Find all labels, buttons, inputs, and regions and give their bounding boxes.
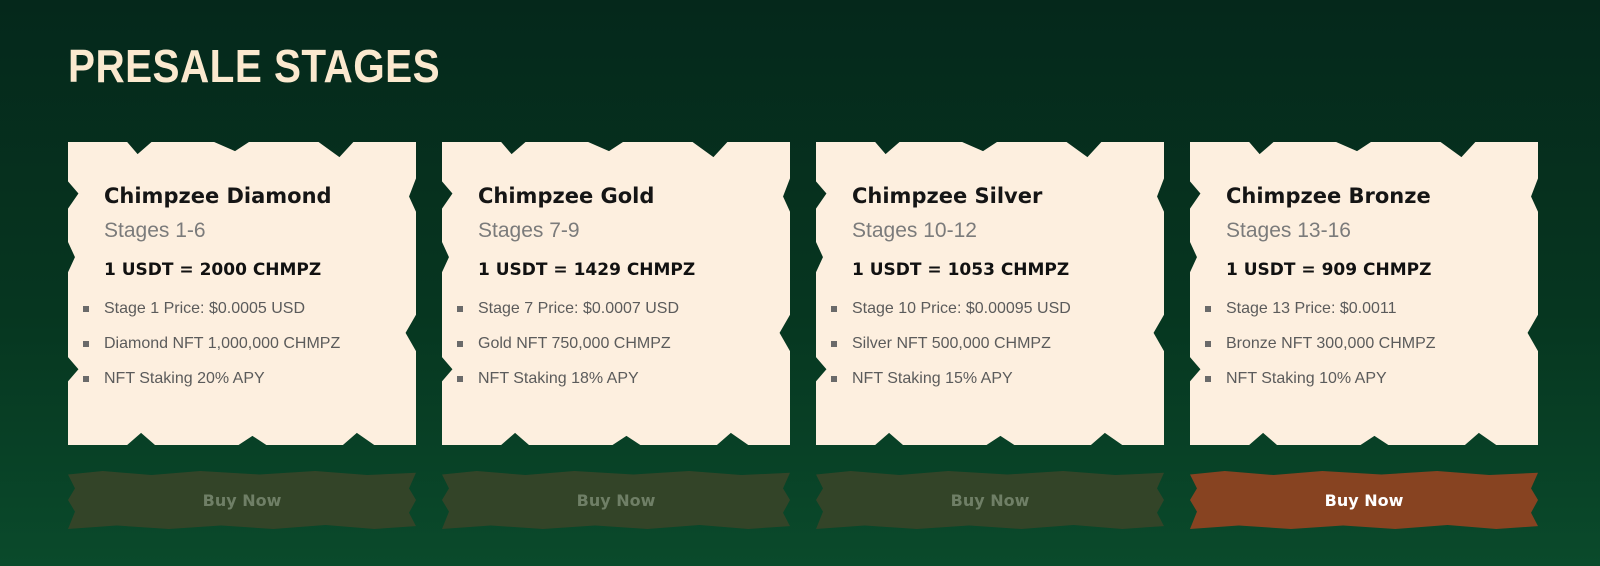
- square-bullet-icon: [457, 341, 463, 347]
- feature-text: Silver NFT 500,000 CHMPZ: [852, 335, 1051, 352]
- tier-name: Chimpzee Gold: [478, 184, 655, 208]
- feature-item: Diamond NFT 1,000,000 CHMPZ: [83, 334, 388, 354]
- presale-stage-cards: Chimpzee Diamond Stages 1-6 1 USDT = 200…: [68, 142, 1538, 529]
- buy-now-button-gold[interactable]: Buy Now: [442, 471, 790, 529]
- square-bullet-icon: [83, 341, 89, 347]
- feature-item: Bronze NFT 300,000 CHMPZ: [1205, 334, 1510, 354]
- square-bullet-icon: [83, 306, 89, 312]
- tier-name: Chimpzee Silver: [852, 184, 1043, 208]
- buy-now-button-bronze[interactable]: Buy Now: [1190, 471, 1538, 529]
- exchange-rate: 1 USDT = 1429 CHMPZ: [478, 260, 696, 280]
- square-bullet-icon: [1205, 376, 1211, 382]
- feature-text: Stage 1 Price: $0.0005 USD: [104, 300, 306, 317]
- feature-text: Diamond NFT 1,000,000 CHMPZ: [104, 335, 341, 352]
- feature-text: Stage 10 Price: $0.00095 USD: [852, 300, 1071, 317]
- feature-list: Stage 1 Price: $0.0005 USD Diamond NFT 1…: [83, 299, 388, 389]
- square-bullet-icon: [83, 376, 89, 382]
- feature-item: Stage 7 Price: $0.0007 USD: [457, 299, 762, 319]
- feature-text: NFT Staking 10% APY: [1226, 370, 1387, 387]
- stage-column-diamond: Chimpzee Diamond Stages 1-6 1 USDT = 200…: [68, 142, 416, 529]
- stage-card-diamond: Chimpzee Diamond Stages 1-6 1 USDT = 200…: [68, 142, 416, 445]
- square-bullet-icon: [831, 376, 837, 382]
- stage-card-bronze: Chimpzee Bronze Stages 13-16 1 USDT = 90…: [1190, 142, 1538, 445]
- square-bullet-icon: [1205, 306, 1211, 312]
- square-bullet-icon: [831, 306, 837, 312]
- exchange-rate: 1 USDT = 2000 CHMPZ: [104, 260, 322, 280]
- exchange-rate: 1 USDT = 1053 CHMPZ: [852, 260, 1070, 280]
- stage-column-gold: Chimpzee Gold Stages 7-9 1 USDT = 1429 C…: [442, 142, 790, 529]
- feature-text: Stage 7 Price: $0.0007 USD: [478, 300, 680, 317]
- feature-item: Stage 1 Price: $0.0005 USD: [83, 299, 388, 319]
- square-bullet-icon: [1205, 341, 1211, 347]
- feature-text: Gold NFT 750,000 CHMPZ: [478, 335, 671, 352]
- stages-range: Stages 13-16: [1226, 219, 1351, 242]
- feature-item: NFT Staking 20% APY: [83, 369, 388, 389]
- buy-now-button-diamond[interactable]: Buy Now: [68, 471, 416, 529]
- square-bullet-icon: [457, 376, 463, 382]
- feature-item: NFT Staking 15% APY: [831, 369, 1136, 389]
- feature-text: Stage 13 Price: $0.0011: [1226, 300, 1397, 317]
- feature-item: NFT Staking 10% APY: [1205, 369, 1510, 389]
- feature-item: Stage 13 Price: $0.0011: [1205, 299, 1510, 319]
- tier-name: Chimpzee Diamond: [104, 184, 332, 208]
- feature-text: Bronze NFT 300,000 CHMPZ: [1226, 335, 1436, 352]
- feature-item: NFT Staking 18% APY: [457, 369, 762, 389]
- stages-range: Stages 7-9: [478, 219, 580, 242]
- feature-list: Stage 7 Price: $0.0007 USD Gold NFT 750,…: [457, 299, 762, 389]
- square-bullet-icon: [457, 306, 463, 312]
- stages-range: Stages 10-12: [852, 219, 977, 242]
- exchange-rate: 1 USDT = 909 CHMPZ: [1226, 260, 1432, 280]
- stage-column-silver: Chimpzee Silver Stages 10-12 1 USDT = 10…: [816, 142, 1164, 529]
- section-heading: PRESALE STAGES: [68, 40, 441, 92]
- stage-card-gold: Chimpzee Gold Stages 7-9 1 USDT = 1429 C…: [442, 142, 790, 445]
- feature-text: NFT Staking 18% APY: [478, 370, 639, 387]
- feature-item: Silver NFT 500,000 CHMPZ: [831, 334, 1136, 354]
- feature-list: Stage 10 Price: $0.00095 USD Silver NFT …: [831, 299, 1136, 389]
- stages-range: Stages 1-6: [104, 219, 206, 242]
- stage-column-bronze: Chimpzee Bronze Stages 13-16 1 USDT = 90…: [1190, 142, 1538, 529]
- square-bullet-icon: [831, 341, 837, 347]
- buy-now-button-silver[interactable]: Buy Now: [816, 471, 1164, 529]
- feature-list: Stage 13 Price: $0.0011 Bronze NFT 300,0…: [1205, 299, 1510, 389]
- feature-text: NFT Staking 15% APY: [852, 370, 1013, 387]
- stage-card-silver: Chimpzee Silver Stages 10-12 1 USDT = 10…: [816, 142, 1164, 445]
- feature-item: Gold NFT 750,000 CHMPZ: [457, 334, 762, 354]
- tier-name: Chimpzee Bronze: [1226, 184, 1431, 208]
- feature-text: NFT Staking 20% APY: [104, 370, 265, 387]
- feature-item: Stage 10 Price: $0.00095 USD: [831, 299, 1136, 319]
